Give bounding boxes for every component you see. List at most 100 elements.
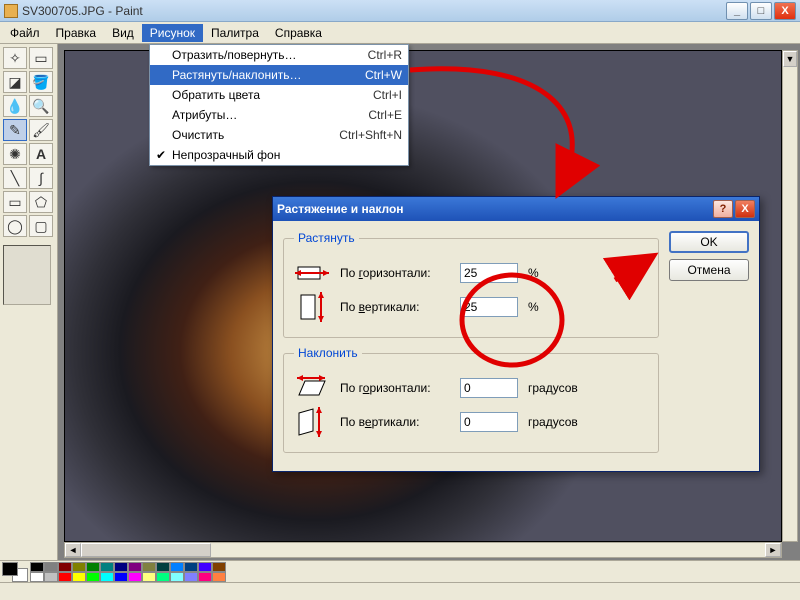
tool-roundrect[interactable]: ▢ [29, 215, 53, 237]
color-swatch[interactable] [142, 572, 156, 582]
color-swatch[interactable] [170, 562, 184, 572]
menu-view[interactable]: Вид [104, 24, 142, 42]
color-swatch[interactable] [198, 572, 212, 582]
color-swatch[interactable] [170, 572, 184, 582]
menu-edit[interactable]: Правка [48, 24, 105, 42]
tool-polygon[interactable]: ⬠ [29, 191, 53, 213]
stretch-v-input[interactable] [460, 297, 518, 317]
stretch-group: Растянуть По горизонтали: % По вертикали… [283, 231, 659, 338]
skew-v-label: По вертикали: [340, 415, 450, 429]
scroll-thumb-h[interactable] [81, 543, 211, 557]
color-swatch[interactable] [128, 562, 142, 572]
color-swatch[interactable] [100, 562, 114, 572]
color-swatch[interactable] [72, 562, 86, 572]
menu-item-invert-colors[interactable]: Обратить цветаCtrl+I [150, 85, 408, 105]
stretch-v-icon [294, 293, 330, 321]
color-swatch[interactable] [128, 572, 142, 582]
skew-v-icon [294, 408, 330, 436]
scroll-left-arrow[interactable]: ◄ [65, 543, 81, 557]
color-swatch[interactable] [44, 562, 58, 572]
statusbar [0, 582, 800, 600]
dialog-help-button[interactable]: ? [713, 200, 733, 218]
color-swatch[interactable] [184, 572, 198, 582]
scroll-down-arrow[interactable]: ▼ [783, 51, 797, 67]
cancel-button[interactable]: Отмена [669, 259, 749, 281]
color-swatch[interactable] [58, 572, 72, 582]
ok-button[interactable]: OK [669, 231, 749, 253]
percent-label: % [528, 266, 539, 280]
color-swatch[interactable] [30, 572, 44, 582]
menu-item-stretch-skew[interactable]: Растянуть/наклонить…Ctrl+W [150, 65, 408, 85]
color-swatch[interactable] [44, 572, 58, 582]
menu-help[interactable]: Справка [267, 24, 330, 42]
tool-zoom[interactable]: 🔍 [29, 95, 53, 117]
skew-h-label: По горизонтали: [340, 381, 450, 395]
tool-brush[interactable]: 🖌 [29, 119, 53, 141]
tool-picker[interactable]: 💧 [3, 95, 27, 117]
window-titlebar: SV300705.JPG - Paint _ □ X [0, 0, 800, 22]
color-swatch[interactable] [58, 562, 72, 572]
toolbox: ✧ ▭ ◪ 🪣 💧 🔍 ✎ 🖌 ✺ A ╲ ∫ ▭ ⬠ ◯ ▢ [0, 44, 58, 560]
scrollbar-vertical[interactable]: ▼ [782, 50, 798, 542]
tool-text[interactable]: A [29, 143, 53, 165]
skew-legend: Наклонить [294, 346, 362, 360]
tool-eraser[interactable]: ◪ [3, 71, 27, 93]
foreground-color-swatch[interactable] [2, 562, 18, 576]
tool-spray[interactable]: ✺ [3, 143, 27, 165]
color-swatch[interactable] [156, 562, 170, 572]
minimize-button[interactable]: _ [726, 2, 748, 20]
maximize-button[interactable]: □ [750, 2, 772, 20]
stretch-v-label: По вертикали: [340, 300, 450, 314]
scroll-right-arrow[interactable]: ► [765, 543, 781, 557]
scrollbar-horizontal[interactable]: ◄ ► [64, 542, 782, 558]
color-swatch[interactable] [114, 562, 128, 572]
tool-ellipse[interactable]: ◯ [3, 215, 27, 237]
dialog-titlebar[interactable]: Растяжение и наклон ? X [273, 197, 759, 221]
dialog-title: Растяжение и наклон [277, 202, 404, 216]
image-menu-dropdown: Отразить/повернуть…Ctrl+R Растянуть/накл… [149, 44, 409, 166]
color-swatch[interactable] [198, 562, 212, 572]
color-swatch[interactable] [184, 562, 198, 572]
color-swatch[interactable] [100, 572, 114, 582]
menu-image[interactable]: Рисунок [142, 24, 203, 42]
menu-item-opaque-bg[interactable]: ✔ Непрозрачный фон [150, 145, 408, 165]
dialog-close-button[interactable]: X [735, 200, 755, 218]
tool-curve[interactable]: ∫ [29, 167, 53, 189]
color-swatch[interactable] [86, 562, 100, 572]
tool-rect[interactable]: ▭ [3, 191, 27, 213]
color-swatch[interactable] [212, 572, 226, 582]
color-swatch[interactable] [142, 562, 156, 572]
menu-item-flip-rotate[interactable]: Отразить/повернуть…Ctrl+R [150, 45, 408, 65]
skew-h-input[interactable] [460, 378, 518, 398]
color-swatch[interactable] [156, 572, 170, 582]
color-swatch[interactable] [86, 572, 100, 582]
tool-rect-select[interactable]: ▭ [29, 47, 53, 69]
app-icon [4, 4, 18, 18]
tool-options [3, 245, 51, 305]
color-swatch[interactable] [212, 562, 226, 572]
menu-item-attributes[interactable]: Атрибуты…Ctrl+E [150, 105, 408, 125]
stretch-h-icon [294, 259, 330, 287]
color-palette [0, 560, 800, 582]
color-swatch[interactable] [30, 562, 44, 572]
menu-palette[interactable]: Палитра [203, 24, 267, 42]
degrees-label: градусов [528, 381, 578, 395]
skew-v-input[interactable] [460, 412, 518, 432]
tool-pencil[interactable]: ✎ [3, 119, 27, 141]
color-swatch[interactable] [72, 572, 86, 582]
tool-fill[interactable]: 🪣 [29, 71, 53, 93]
stretch-skew-dialog: Растяжение и наклон ? X Растянуть По гор… [272, 196, 760, 472]
check-icon: ✔ [156, 148, 166, 162]
close-button[interactable]: X [774, 2, 796, 20]
stretch-h-label: По горизонтали: [340, 266, 450, 280]
tool-line[interactable]: ╲ [3, 167, 27, 189]
degrees-label: градусов [528, 415, 578, 429]
color-swatch[interactable] [114, 572, 128, 582]
stretch-legend: Растянуть [294, 231, 359, 245]
menubar: Файл Правка Вид Рисунок Палитра Справка [0, 22, 800, 44]
stretch-h-input[interactable] [460, 263, 518, 283]
menu-item-clear[interactable]: ОчиститьCtrl+Shft+N [150, 125, 408, 145]
menu-file[interactable]: Файл [2, 24, 48, 42]
current-colors[interactable] [2, 562, 28, 582]
tool-freeform-select[interactable]: ✧ [3, 47, 27, 69]
